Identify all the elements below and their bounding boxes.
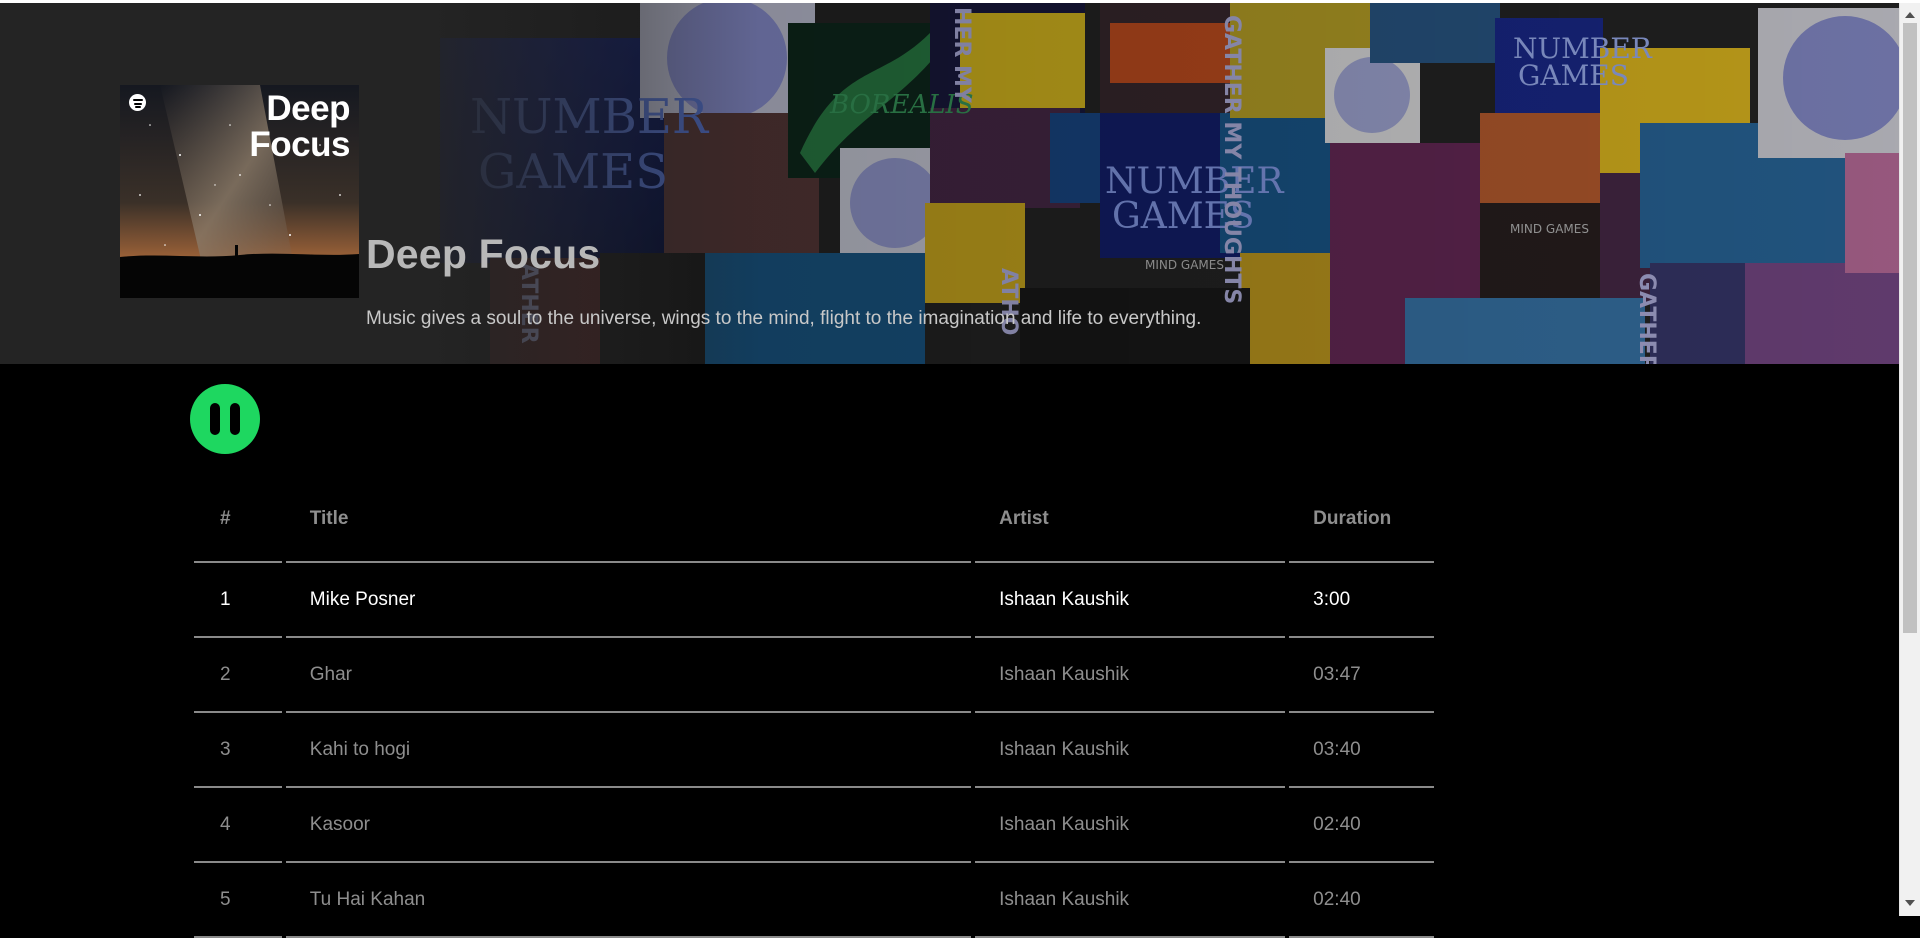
track-list-header: # Title Artist Duration: [194, 480, 1434, 563]
track-duration: 3:00: [1289, 563, 1434, 638]
track-title[interactable]: Ghar: [285, 638, 972, 713]
track-number: 3: [194, 713, 282, 788]
track-duration: 02:40: [1289, 863, 1434, 938]
track-row[interactable]: 2 Ghar Ishaan Kaushik 03:47: [194, 638, 1434, 713]
track-artist[interactable]: Ishaan Kaushik: [975, 638, 1286, 713]
track-row[interactable]: 5 Tu Hai Kahan Ishaan Kaushik 02:40: [194, 863, 1434, 938]
track-duration: 02:40: [1289, 788, 1434, 863]
column-header-number[interactable]: #: [194, 480, 282, 563]
pause-button[interactable]: [190, 384, 260, 454]
track-title[interactable]: Tu Hai Kahan: [285, 863, 972, 938]
track-title[interactable]: Mike Posner: [285, 563, 972, 638]
track-artist[interactable]: Ishaan Kaushik: [975, 863, 1286, 938]
track-number: 5: [194, 863, 282, 938]
scroll-up-arrow-icon[interactable]: [1905, 12, 1915, 18]
track-artist[interactable]: Ishaan Kaushik: [975, 713, 1286, 788]
page-scrollbar[interactable]: [1899, 3, 1920, 916]
track-title[interactable]: Kahi to hogi: [285, 713, 972, 788]
track-title[interactable]: Kasoor: [285, 788, 972, 863]
track-number: 4: [194, 788, 282, 863]
window-top-edge: [0, 0, 1920, 3]
track-number: 2: [194, 638, 282, 713]
playlist-description: Music gives a soul to the universe, wing…: [366, 308, 1202, 329]
track-artist[interactable]: Ishaan Kaushik: [975, 788, 1286, 863]
cover-title: Deep Focus: [249, 91, 350, 163]
cover-title-line-1: Deep: [266, 89, 350, 128]
playlist-title: Deep Focus: [366, 231, 601, 277]
cover-title-line-2: Focus: [249, 125, 350, 164]
scroll-down-arrow-icon[interactable]: [1905, 900, 1915, 906]
track-row[interactable]: 3 Kahi to hogi Ishaan Kaushik 03:40: [194, 713, 1434, 788]
spotify-logo-icon: [129, 94, 146, 111]
column-header-artist[interactable]: Artist: [975, 480, 1286, 563]
track-number: 1: [194, 563, 282, 638]
track-row[interactable]: 1 Mike Posner Ishaan Kaushik 3:00: [194, 563, 1434, 638]
playlist-cover: Deep Focus: [120, 85, 359, 298]
track-artist[interactable]: Ishaan Kaushik: [975, 563, 1286, 638]
track-duration: 03:40: [1289, 713, 1434, 788]
track-list: # Title Artist Duration 1 Mike Posner Is…: [190, 480, 1438, 938]
scrollbar-thumb[interactable]: [1903, 23, 1917, 633]
column-header-title[interactable]: Title: [285, 480, 972, 563]
track-row[interactable]: 4 Kasoor Ishaan Kaushik 02:40: [194, 788, 1434, 863]
column-header-duration[interactable]: Duration: [1289, 480, 1434, 563]
track-duration: 03:47: [1289, 638, 1434, 713]
playlist-header: NUMBER GAMES NUMBER GAMES NUMBER GAMES B…: [0, 3, 1899, 364]
